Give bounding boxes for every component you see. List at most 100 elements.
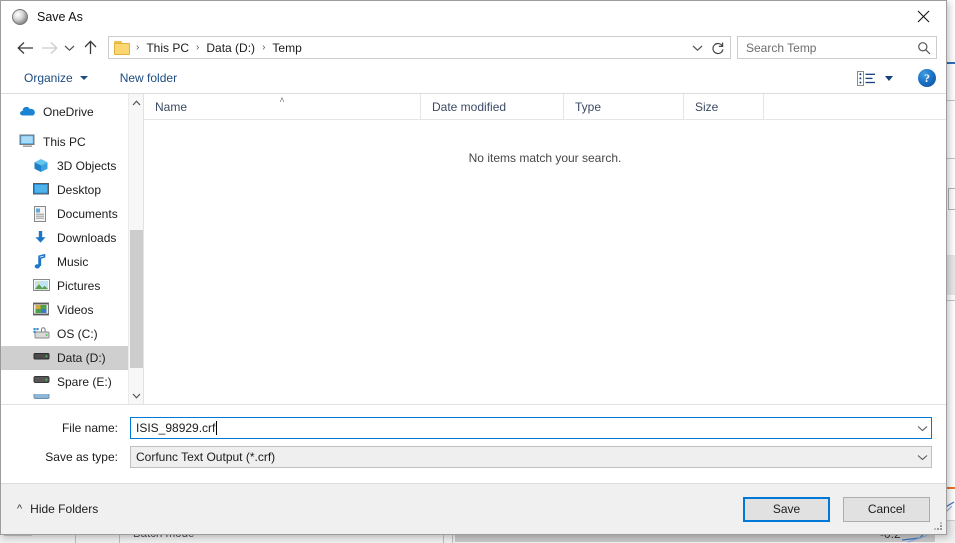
chevron-down-icon — [885, 76, 893, 81]
dialog-footer: ^ Hide Folders Save Cancel — [1, 483, 946, 534]
breadcrumb-separator: › — [131, 42, 144, 53]
save-as-dialog: Save As — [0, 0, 947, 535]
sidebar-item-label: 3D Objects — [57, 160, 116, 172]
column-header-size[interactable]: Size — [684, 94, 764, 119]
save-as-type-row: Save as type: Corfunc Text Output (*.crf… — [15, 446, 932, 468]
up-button[interactable] — [78, 36, 102, 60]
sidebar-item-3d-objects[interactable]: 3D Objects — [1, 154, 143, 178]
sidebar-item-label: Data (D:) — [57, 352, 106, 364]
address-bar[interactable]: › This PC › Data (D:) › Temp — [108, 36, 731, 59]
search-box[interactable]: Search Temp — [737, 36, 937, 59]
column-header-date-modified[interactable]: Date modified — [421, 94, 564, 119]
sidebar-item-os-c[interactable]: OS (C:) — [1, 322, 143, 346]
sidebar-item-label: Downloads — [57, 232, 116, 244]
column-header-type[interactable]: Type — [564, 94, 684, 119]
file-name-dropdown-button[interactable] — [913, 418, 931, 438]
sidebar-item-desktop[interactable]: Desktop — [1, 178, 143, 202]
save-as-type-dropdown-button[interactable] — [913, 447, 931, 467]
column-label: Type — [575, 100, 601, 114]
cancel-button-label: Cancel — [868, 502, 905, 516]
breadcrumb-separator: › — [257, 42, 270, 53]
scroll-down-button[interactable] — [129, 387, 144, 404]
drive-icon — [33, 374, 50, 390]
sidebar-item-videos[interactable]: Videos — [1, 298, 143, 322]
sidebar-item-partial[interactable] — [1, 394, 143, 402]
save-as-type-select[interactable]: Corfunc Text Output (*.crf) — [130, 446, 932, 468]
forward-button[interactable] — [37, 36, 61, 60]
chevron-up-icon: ^ — [17, 504, 22, 515]
search-input[interactable]: Search Temp — [738, 41, 912, 55]
sidebar-item-spare-e[interactable]: Spare (E:) — [1, 370, 143, 394]
file-list-pane: ˄ Name Date modified Type Size No items … — [144, 94, 946, 404]
arrow-left-icon — [17, 41, 34, 55]
view-mode-button[interactable] — [853, 66, 897, 90]
refresh-button[interactable] — [708, 37, 728, 58]
navigation-tree: OneDrive This PC — [1, 94, 143, 404]
cancel-button[interactable]: Cancel — [843, 497, 930, 522]
new-folder-label: New folder — [120, 71, 177, 85]
sidebar-item-pictures[interactable]: Pictures — [1, 274, 143, 298]
column-header-filler — [764, 94, 946, 119]
command-bar-right: ? — [853, 63, 936, 93]
drive-icon — [33, 350, 50, 366]
close-button[interactable] — [900, 1, 946, 32]
address-dropdown-button[interactable] — [689, 37, 706, 58]
cloud-icon — [19, 104, 36, 120]
sidebar-item-music[interactable]: Music — [1, 250, 143, 274]
chevron-down-icon — [80, 76, 88, 80]
folder-icon — [114, 41, 131, 55]
organize-label: Organize — [24, 71, 73, 85]
hide-folders-button[interactable]: ^ Hide Folders — [17, 502, 98, 516]
empty-list-text: No items match your search. — [469, 151, 622, 404]
breadcrumb-item-this-pc[interactable]: This PC — [144, 41, 191, 55]
file-name-label: File name: — [15, 421, 130, 435]
download-icon — [33, 230, 50, 246]
resize-grip-icon[interactable] — [933, 521, 943, 531]
desktop-icon — [33, 182, 50, 198]
sidebar-item-label: Videos — [57, 304, 93, 316]
sidebar-item-data-d[interactable]: Data (D:) — [1, 346, 143, 370]
footer-buttons: Save Cancel — [743, 497, 930, 522]
recent-locations-button[interactable] — [61, 36, 78, 60]
music-note-icon — [33, 254, 50, 270]
save-form: File name: ISIS_98929.crf Save as type: … — [1, 404, 946, 483]
sidebar-item-label: OneDrive — [43, 106, 94, 118]
drive-os-icon — [33, 326, 50, 342]
column-headers: ˄ Name Date modified Type Size — [144, 94, 946, 120]
sort-ascending-icon: ˄ — [144, 95, 420, 105]
save-as-type-label: Save as type: — [15, 450, 130, 464]
sidebar-item-label: Music — [57, 256, 88, 268]
file-name-row: File name: ISIS_98929.crf — [15, 417, 932, 439]
column-header-name[interactable]: ˄ Name — [144, 94, 421, 119]
videos-icon — [33, 302, 50, 318]
sidebar-item-onedrive[interactable]: OneDrive — [1, 100, 143, 124]
navigation-bar: › This PC › Data (D:) › Temp Search Temp — [1, 32, 946, 63]
scrollbar-thumb[interactable] — [130, 230, 143, 368]
scroll-up-button[interactable] — [129, 94, 144, 111]
navigation-scrollbar[interactable] — [128, 94, 143, 404]
organize-button[interactable]: Organize — [17, 66, 95, 90]
empty-list-message: No items match your search. — [144, 120, 946, 404]
help-button[interactable]: ? — [918, 69, 936, 87]
chevron-down-icon — [917, 454, 928, 461]
file-name-input[interactable]: ISIS_98929.crf — [130, 417, 932, 439]
sidebar-item-this-pc[interactable]: This PC — [1, 130, 143, 154]
breadcrumb-item-data-d[interactable]: Data (D:) — [204, 41, 257, 55]
drive-icon — [33, 394, 50, 402]
sidebar-item-documents[interactable]: Documents — [1, 202, 143, 226]
navigation-pane: OneDrive This PC — [1, 94, 144, 404]
sidebar-item-label: Pictures — [57, 280, 100, 292]
breadcrumb-item-temp[interactable]: Temp — [270, 41, 303, 55]
new-folder-button[interactable]: New folder — [113, 66, 184, 90]
arrow-up-icon — [83, 40, 98, 55]
sidebar-item-downloads[interactable]: Downloads — [1, 226, 143, 250]
search-icon[interactable] — [912, 41, 936, 55]
sidebar-item-label: This PC — [43, 136, 86, 148]
sidebar-item-label: Desktop — [57, 184, 101, 196]
breadcrumb-separator: › — [191, 42, 204, 53]
back-button[interactable] — [13, 36, 37, 60]
cube-icon — [33, 158, 50, 174]
text-cursor — [216, 421, 217, 435]
file-name-value: ISIS_98929.crf — [131, 421, 215, 435]
save-button[interactable]: Save — [743, 497, 830, 522]
